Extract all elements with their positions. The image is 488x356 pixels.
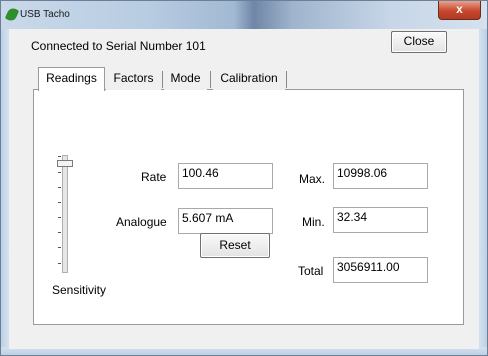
window-frame-left [1,29,9,355]
window-title: USB Tacho [20,9,70,20]
total-label: Total [298,264,324,278]
analogue-field[interactable]: 5.607 mA [178,208,273,234]
title-bar[interactable]: USB Tacho x [1,1,487,29]
min-label: Min. [302,215,325,229]
min-field[interactable]: 32.34 [333,207,428,233]
rate-label: Rate [141,170,167,184]
max-label: Max. [299,172,326,186]
max-field[interactable]: 10998.06 [333,163,428,189]
close-icon[interactable]: x [438,1,481,20]
close-button[interactable]: Close [391,31,447,53]
connection-status: Connected to Serial Number 101 [31,39,206,53]
slider-tick [58,156,61,157]
tab-separator [210,71,211,88]
app-window: USB Tacho x Connected to Serial Number 1… [0,0,488,356]
sensitivity-slider[interactable] [62,155,68,273]
sensitivity-label: Sensitivity [52,283,107,297]
slider-tick [58,247,61,248]
reset-button[interactable]: Reset [200,233,270,258]
slider-tick [58,187,61,188]
tab-readings[interactable]: Readings [38,67,105,91]
tab-separator [162,71,163,88]
total-field[interactable]: 3056911.00 [333,257,428,283]
slider-tick [58,172,61,173]
tab-calibration[interactable]: Calibration [213,68,285,90]
slider-tick [58,217,61,218]
tab-separator [286,71,287,88]
slider-tick [58,202,61,203]
slider-tick [58,263,61,264]
window-frame-right [479,29,487,355]
app-icon [4,6,20,23]
sensitivity-slider-thumb[interactable] [57,160,73,167]
tab-factors[interactable]: Factors [106,68,161,90]
analogue-label: Analogue [116,215,167,229]
rate-field[interactable]: 100.46 [178,163,273,189]
tab-mode[interactable]: Mode [164,68,207,90]
slider-tick [58,232,61,233]
